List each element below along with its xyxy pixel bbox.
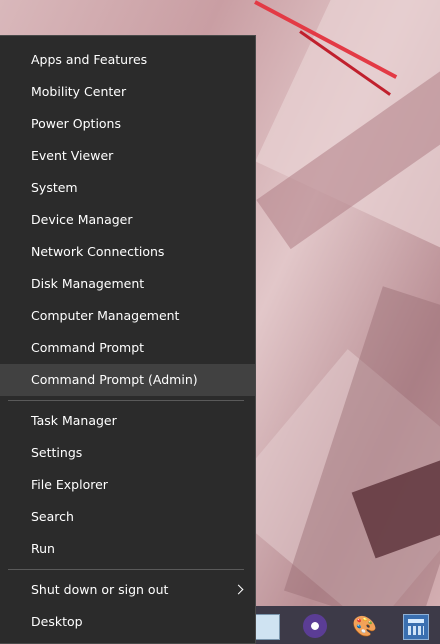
menu-item-search[interactable]: Search	[0, 501, 255, 533]
menu-item-event-viewer[interactable]: Event Viewer	[0, 140, 255, 172]
menu-item-desktop[interactable]: Desktop	[0, 606, 255, 638]
menu-item-computer-management[interactable]: Computer Management	[0, 300, 255, 332]
notepad-icon[interactable]	[254, 614, 280, 640]
menu-item-run[interactable]: Run	[0, 533, 255, 565]
menu-item-shut-down-or-sign-out[interactable]: Shut down or sign out	[0, 574, 255, 606]
bittorrent-icon[interactable]	[303, 614, 327, 638]
menu-separator	[8, 569, 244, 570]
menu-item-file-explorer[interactable]: File Explorer	[0, 469, 255, 501]
menu-item-label: Shut down or sign out	[31, 582, 169, 597]
menu-item-power-options[interactable]: Power Options	[0, 108, 255, 140]
paint-icon[interactable]: 🎨	[352, 614, 377, 638]
chevron-right-icon	[235, 574, 245, 606]
menu-item-network-connections[interactable]: Network Connections	[0, 236, 255, 268]
calculator-icon[interactable]	[403, 614, 429, 640]
menu-item-command-prompt[interactable]: Command Prompt	[0, 332, 255, 364]
menu-item-disk-management[interactable]: Disk Management	[0, 268, 255, 300]
menu-item-task-manager[interactable]: Task Manager	[0, 405, 255, 437]
menu-item-command-prompt-admin[interactable]: Command Prompt (Admin)	[0, 364, 255, 396]
menu-item-mobility-center[interactable]: Mobility Center	[0, 76, 255, 108]
menu-item-settings[interactable]: Settings	[0, 437, 255, 469]
menu-separator	[8, 400, 244, 401]
power-user-menu: Apps and Features Mobility Center Power …	[0, 35, 256, 644]
menu-item-device-manager[interactable]: Device Manager	[0, 204, 255, 236]
menu-item-apps-and-features[interactable]: Apps and Features	[0, 44, 255, 76]
menu-item-system[interactable]: System	[0, 172, 255, 204]
